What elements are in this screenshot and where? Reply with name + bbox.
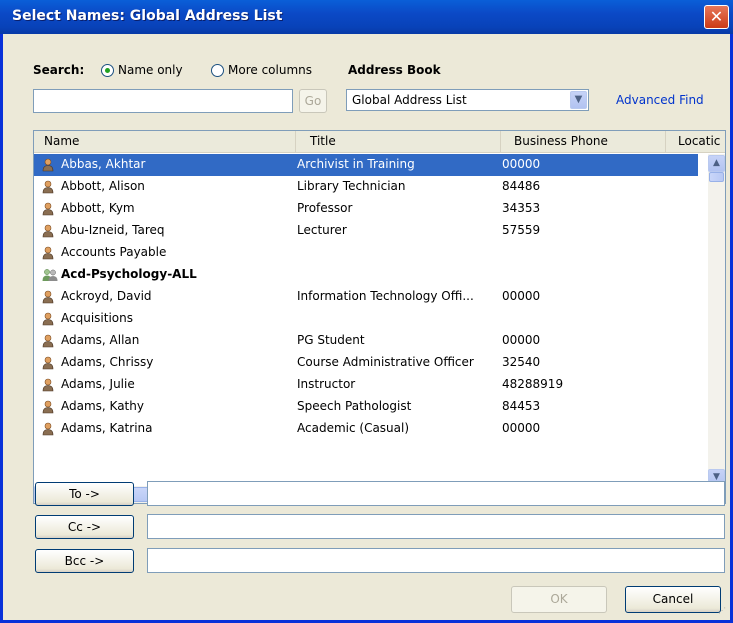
contact-icon bbox=[42, 356, 54, 370]
contact-icon bbox=[42, 422, 54, 436]
to-field[interactable] bbox=[147, 481, 725, 506]
search-label: Search: bbox=[33, 63, 85, 77]
window-title: Select Names: Global Address List bbox=[12, 8, 283, 24]
chevron-down-icon[interactable]: ▼ bbox=[570, 91, 587, 109]
table-row[interactable]: Ackroyd, David Information Technology Off… bbox=[34, 286, 698, 308]
contact-icon bbox=[42, 378, 54, 392]
column-header-title[interactable]: Title bbox=[296, 131, 501, 152]
cell-phone: 00000 bbox=[502, 333, 541, 347]
cell-title: Archivist in Training bbox=[297, 157, 415, 171]
title-bar[interactable]: Select Names: Global Address List ✕ bbox=[0, 0, 733, 34]
resize-grip-icon[interactable]: ⋰ bbox=[718, 607, 728, 618]
cc-field[interactable] bbox=[147, 514, 725, 539]
dialog-body: Search: Name only More columns Address B… bbox=[3, 34, 730, 620]
cell-phone: 48288919 bbox=[502, 377, 564, 391]
scroll-up-icon[interactable]: ▲ bbox=[708, 155, 725, 172]
table-row[interactable]: Accounts Payable bbox=[34, 242, 698, 264]
close-button[interactable]: ✕ bbox=[704, 5, 729, 29]
table-row[interactable]: Abu-Izneid, Tareq Lecturer 57559 bbox=[34, 220, 698, 242]
contact-icon bbox=[42, 246, 54, 260]
cell-phone: 57559 bbox=[502, 223, 541, 237]
cell-phone: 00000 bbox=[502, 289, 541, 303]
address-book-label: Address Book bbox=[348, 63, 441, 77]
cell-title: Course Administrative Officer bbox=[297, 355, 474, 369]
cell-name: Adams, Allan bbox=[61, 333, 140, 347]
contact-icon bbox=[42, 334, 54, 348]
radio-name-only-label[interactable]: Name only bbox=[118, 63, 183, 77]
cell-name: Adams, Kathy bbox=[61, 399, 144, 413]
table-row[interactable]: Abbott, Alison Library Technician 84486 bbox=[34, 176, 698, 198]
table-row[interactable]: Abbott, Kym Professor 34353 bbox=[34, 198, 698, 220]
cell-name: Acquisitions bbox=[61, 311, 133, 325]
list-header: Name Title Business Phone Locatic bbox=[34, 131, 725, 153]
to-button[interactable]: To -> bbox=[35, 482, 134, 506]
address-list[interactable]: Name Title Business Phone Locatic Abbas,… bbox=[33, 130, 726, 504]
advanced-find-link[interactable]: Advanced Find bbox=[616, 93, 704, 107]
cell-name: Abbas, Akhtar bbox=[61, 157, 146, 171]
cell-name: Acd-Psychology-ALL bbox=[61, 267, 197, 281]
select-names-dialog: Select Names: Global Address List ✕ Sear… bbox=[0, 0, 733, 623]
contact-icon bbox=[42, 400, 54, 414]
cell-title: Lecturer bbox=[297, 223, 347, 237]
vertical-scroll-thumb[interactable] bbox=[709, 172, 724, 182]
table-row[interactable]: Acquisitions bbox=[34, 308, 698, 330]
cell-phone: 00000 bbox=[502, 157, 541, 171]
cell-phone: 34353 bbox=[502, 201, 541, 215]
cell-name: Adams, Chrissy bbox=[61, 355, 154, 369]
table-row[interactable]: Adams, Allan PG Student 00000 bbox=[34, 330, 698, 352]
address-book-select[interactable]: Global Address List ▼ bbox=[346, 89, 589, 111]
close-icon: ✕ bbox=[709, 7, 724, 26]
cell-name: Adams, Julie bbox=[61, 377, 135, 391]
bcc-field[interactable] bbox=[147, 548, 725, 573]
contact-icon bbox=[42, 158, 54, 172]
contact-icon bbox=[42, 180, 54, 194]
column-header-location[interactable]: Locatic bbox=[666, 131, 725, 152]
table-row[interactable]: Adams, Chrissy Course Administrative Offi… bbox=[34, 352, 698, 374]
group-icon bbox=[42, 268, 58, 282]
cell-phone: 84453 bbox=[502, 399, 541, 413]
ok-button[interactable]: OK bbox=[511, 586, 607, 613]
cancel-button[interactable]: Cancel bbox=[625, 586, 721, 613]
contact-icon bbox=[42, 202, 54, 216]
address-book-value: Global Address List bbox=[352, 93, 467, 107]
table-row[interactable]: Acd-Psychology-ALL bbox=[34, 264, 698, 286]
cell-name: Adams, Katrina bbox=[61, 421, 153, 435]
table-row[interactable]: Adams, Kathy Speech Pathologist 84453 bbox=[34, 396, 698, 418]
radio-more-columns[interactable] bbox=[211, 64, 224, 77]
column-header-business-phone[interactable]: Business Phone bbox=[501, 131, 666, 152]
cell-name: Abu-Izneid, Tareq bbox=[61, 223, 165, 237]
cell-title: Speech Pathologist bbox=[297, 399, 412, 413]
cell-title: PG Student bbox=[297, 333, 365, 347]
bcc-button[interactable]: Bcc -> bbox=[35, 549, 134, 573]
cell-title: Library Technician bbox=[297, 179, 406, 193]
search-input[interactable] bbox=[33, 89, 293, 113]
table-row[interactable]: Adams, Katrina Academic (Casual) 00000 bbox=[34, 418, 698, 440]
radio-name-only[interactable] bbox=[101, 64, 114, 77]
cell-name: Ackroyd, David bbox=[61, 289, 152, 303]
cell-name: Abbott, Kym bbox=[61, 201, 135, 215]
cell-title: Academic (Casual) bbox=[297, 421, 410, 435]
radio-selected-dot bbox=[105, 68, 110, 73]
table-row[interactable]: Abbas, Akhtar Archivist in Training 00000 bbox=[34, 154, 698, 176]
table-row[interactable]: Adams, Julie Instructor 48288919 bbox=[34, 374, 698, 396]
cell-name: Accounts Payable bbox=[61, 245, 167, 259]
contact-icon bbox=[42, 312, 54, 326]
cell-phone: 00000 bbox=[502, 421, 541, 435]
cell-name: Abbott, Alison bbox=[61, 179, 145, 193]
cell-title: Information Technology Offi... bbox=[297, 289, 474, 303]
cell-title: Instructor bbox=[297, 377, 356, 391]
cell-title: Professor bbox=[297, 201, 353, 215]
go-button[interactable]: Go bbox=[299, 89, 327, 113]
contact-icon bbox=[42, 224, 54, 238]
column-header-name[interactable]: Name bbox=[34, 131, 296, 152]
radio-more-columns-label[interactable]: More columns bbox=[228, 63, 312, 77]
contact-icon bbox=[42, 290, 54, 304]
cc-button[interactable]: Cc -> bbox=[35, 515, 134, 539]
cell-phone: 32540 bbox=[502, 355, 541, 369]
vertical-scrollbar[interactable]: ▲ ▼ bbox=[708, 154, 725, 486]
cell-phone: 84486 bbox=[502, 179, 541, 193]
